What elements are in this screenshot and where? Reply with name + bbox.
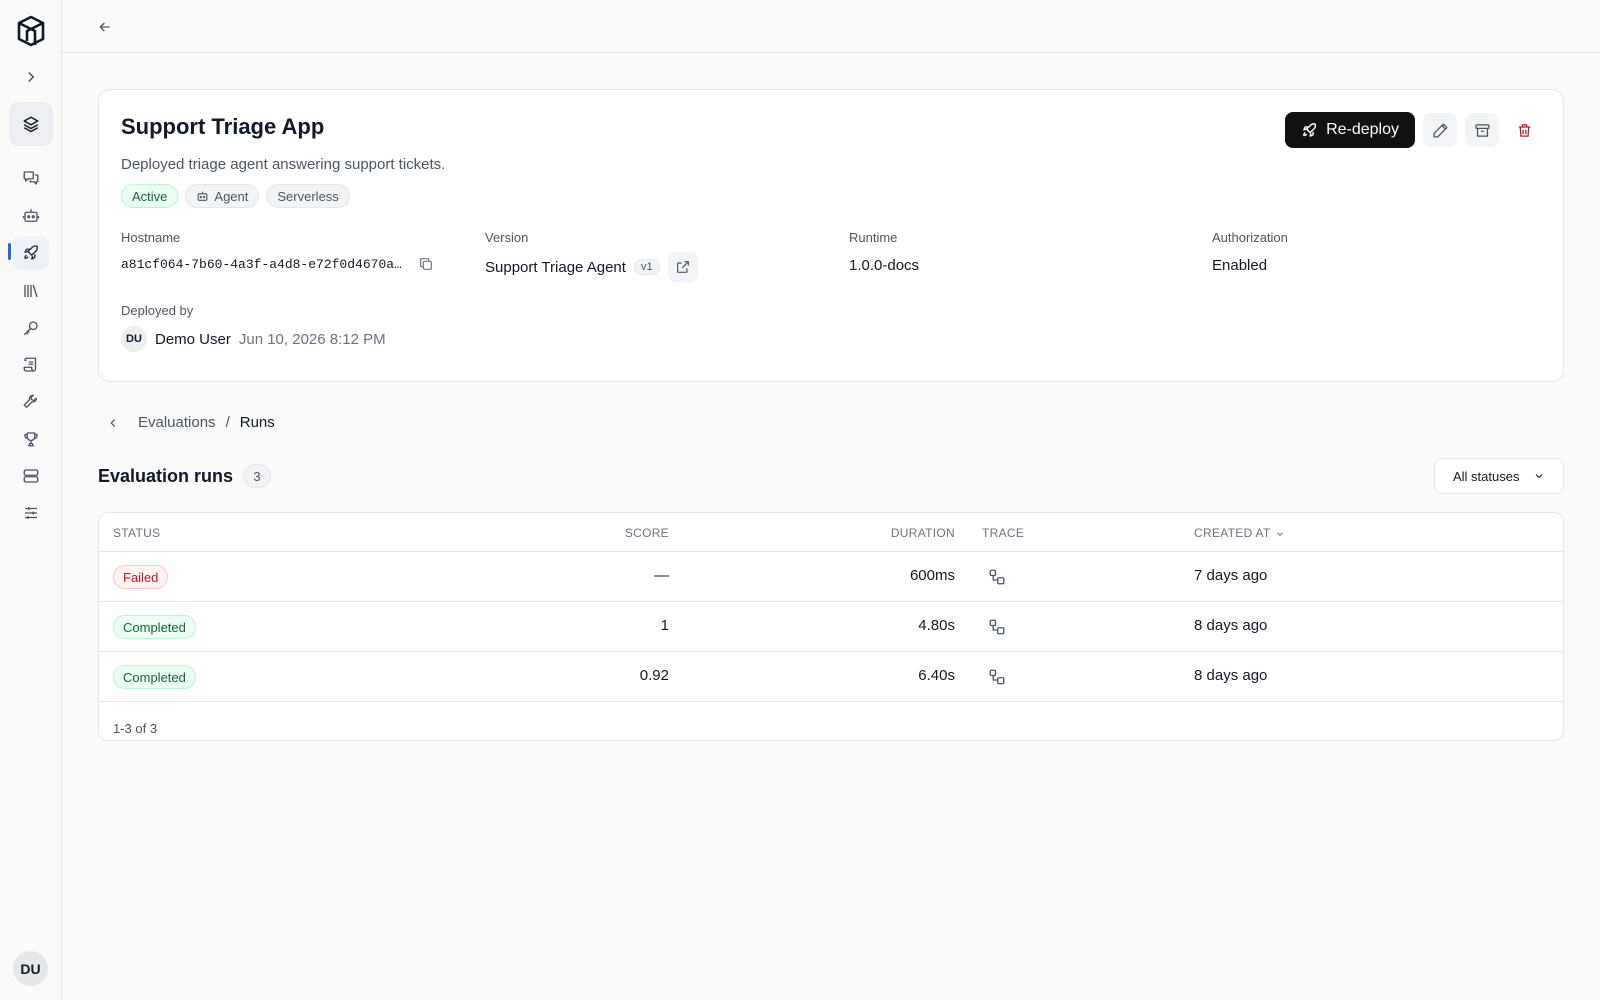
section-title: Evaluation runs 3 [98, 464, 272, 488]
column-trace: TRACE [982, 526, 1025, 540]
run-score: — [654, 567, 669, 584]
wrench-icon[interactable] [13, 385, 49, 419]
run-status-badge: Failed [113, 565, 169, 589]
agent-tag: Agent [185, 184, 260, 208]
table-row[interactable]: Completed 1 4.80s 8 days ago [99, 602, 1563, 652]
pencil-icon [1432, 122, 1448, 138]
edit-button[interactable] [1423, 113, 1457, 147]
run-duration: 6.40s [918, 667, 955, 684]
runtime-value: 1.0.0-docs [849, 257, 920, 274]
server-icon[interactable] [13, 459, 49, 493]
run-status-badge: Completed [113, 615, 196, 639]
runtime-label: Runtime [849, 230, 898, 245]
app-details-card: Support Triage App Deployed triage agent… [98, 89, 1564, 382]
version-value: Support Triage Agent v1 [485, 252, 698, 282]
breadcrumb-evaluations[interactable]: Evaluations [138, 414, 216, 431]
trace-icon[interactable] [988, 618, 1006, 636]
redeploy-label: Re-deploy [1326, 121, 1399, 138]
status-filter-label: All statuses [1453, 468, 1520, 484]
deployed-by-name: Demo User [155, 330, 231, 348]
delete-button[interactable] [1507, 113, 1541, 147]
agent-icon [198, 191, 208, 201]
sliders-icon[interactable] [13, 496, 49, 530]
breadcrumb-separator: / [225, 414, 230, 431]
external-link-button[interactable] [667, 252, 698, 282]
serverless-tag: Serverless [266, 184, 350, 208]
hostname-value: a81cf064-7b60-4a3f-a4d8-e72f0d4670a… [121, 256, 434, 272]
run-duration: 600ms [909, 567, 955, 584]
run-duration: 4.80s [918, 617, 955, 634]
key-icon[interactable] [13, 311, 49, 345]
column-created-at[interactable]: CREATED AT [1194, 526, 1285, 540]
scroll-icon[interactable] [13, 348, 49, 382]
chevron-down-icon [1535, 474, 1543, 479]
chat-icon[interactable] [13, 161, 49, 195]
agent-icon[interactable] [13, 199, 49, 233]
card-actions: Re-deploy [1285, 112, 1541, 148]
column-score[interactable]: SCORE [625, 526, 669, 540]
column-status[interactable]: STATUS [113, 526, 160, 540]
archive-button[interactable] [1465, 113, 1499, 147]
page-title: Support Triage App [121, 114, 325, 139]
rocket-icon[interactable] [13, 236, 49, 270]
deployed-by-label: Deployed by [121, 303, 194, 318]
run-count-badge: 3 [243, 464, 272, 488]
redeploy-button[interactable]: Re-deploy [1285, 112, 1415, 148]
sidebar: DU [0, 0, 62, 1000]
runs-table: STATUS SCORE DURATION TRACE CREATED AT F… [98, 512, 1564, 741]
status-badge: Active [121, 184, 179, 208]
evaluation-runs-heading: Evaluation runs [98, 465, 234, 486]
run-status-badge: Completed [113, 665, 196, 689]
run-created-at: 8 days ago [1194, 617, 1268, 634]
chevron-left-icon[interactable] [106, 416, 120, 430]
breadcrumb-runs: Runs [239, 414, 275, 431]
authorization-value: Enabled [1212, 257, 1268, 274]
version-name[interactable]: Support Triage Agent [485, 259, 626, 276]
status-filter-select[interactable]: All statuses [1434, 458, 1564, 494]
run-score: 0.92 [639, 667, 669, 684]
expand-sidebar-icon[interactable] [13, 60, 49, 94]
agent-tag-label: Agent [214, 188, 249, 204]
user-avatar[interactable]: DU [13, 951, 48, 986]
authorization-label: Authorization [1212, 230, 1288, 245]
trace-icon[interactable] [988, 668, 1006, 686]
archive-icon [1474, 123, 1490, 137]
column-duration[interactable]: DURATION [891, 526, 955, 540]
run-score: 1 [660, 617, 669, 634]
hostname-text: a81cf064-7b60-4a3f-a4d8-e72f0d4670a… [121, 256, 402, 272]
top-bar [62, 0, 1600, 53]
run-created-at: 7 days ago [1194, 567, 1268, 584]
app-description: Deployed triage agent answering support … [121, 156, 446, 173]
library-icon[interactable] [13, 274, 49, 308]
sort-chevron-icon [1276, 532, 1283, 536]
trace-icon[interactable] [988, 568, 1006, 586]
version-label: Version [485, 230, 529, 245]
tag-list: Active Agent Serverless [121, 184, 350, 208]
deployed-at: Jun 10, 2026 8:12 PM [238, 330, 386, 348]
external-link-icon [676, 261, 689, 273]
copy-icon[interactable] [418, 256, 434, 272]
table-row[interactable]: Failed — 600ms 7 days ago [99, 552, 1563, 602]
deployed-by-value: DU Demo User Jun 10, 2026 8:12 PM [121, 326, 386, 352]
version-badge: v1 [633, 259, 660, 275]
trophy-icon[interactable] [13, 422, 49, 456]
active-indicator [8, 243, 11, 260]
run-created-at: 8 days ago [1194, 667, 1268, 684]
logo-icon[interactable] [15, 14, 47, 48]
column-created-at-label: CREATED AT [1194, 526, 1271, 540]
layers-icon[interactable] [9, 102, 53, 146]
avatar: DU [121, 326, 147, 352]
hostname-label: Hostname [121, 230, 181, 245]
table-header: STATUS SCORE DURATION TRACE CREATED AT [99, 513, 1563, 552]
back-arrow-icon[interactable] [94, 16, 116, 38]
pagination-summary: 1-3 of 3 [113, 721, 158, 736]
table-row[interactable]: Completed 0.92 6.40s 8 days ago [99, 652, 1563, 702]
rocket-icon [1303, 122, 1317, 137]
trash-icon [1518, 123, 1530, 137]
breadcrumb: Evaluations / Runs [106, 414, 275, 431]
